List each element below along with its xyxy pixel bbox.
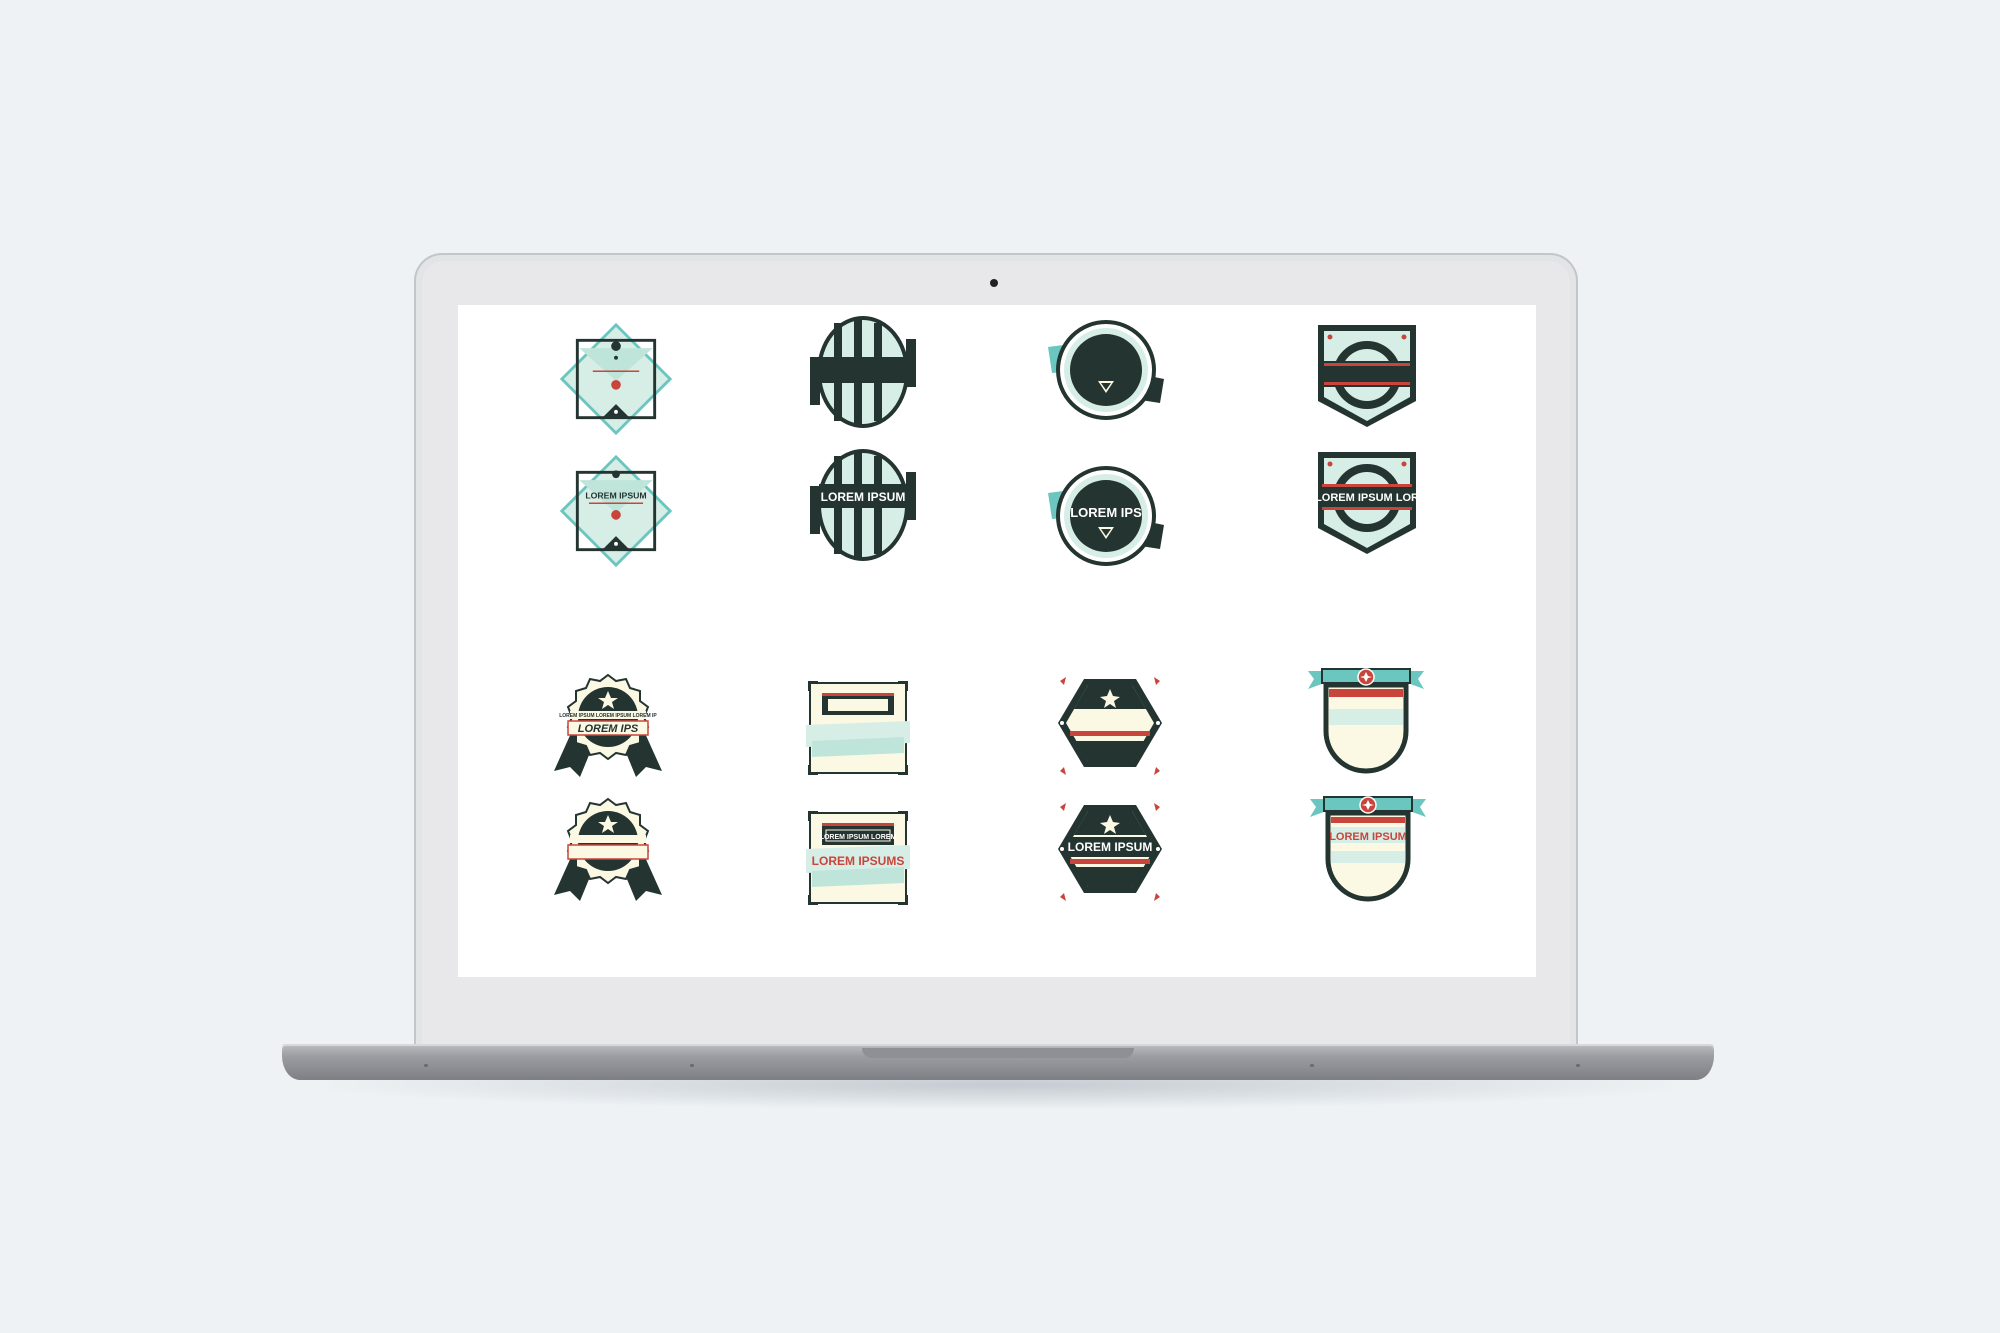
badge-pocket-2: LOREM IPSUM bbox=[1310, 795, 1426, 903]
badge-small-text: LOREM IPSUM LOREM IPSUM LOREM IP bbox=[559, 713, 657, 719]
laptop-foot bbox=[1310, 1064, 1314, 1067]
badge-small-text: LOREM IPSUM LOREM bbox=[820, 834, 897, 841]
badge-hexagon-1 bbox=[1054, 675, 1166, 777]
badge-frame-1 bbox=[806, 679, 910, 777]
badge-round-ribbon-2: LOREM IPS bbox=[1048, 465, 1164, 567]
badge-text: LOREM IPSUM bbox=[585, 490, 646, 500]
badge-round-ribbon-1 bbox=[1048, 319, 1164, 421]
badge-diamond-1 bbox=[558, 321, 674, 437]
badge-hexagon-2: LOREM IPSUM bbox=[1054, 801, 1166, 903]
badge-text: LOREM IPSUM bbox=[1329, 831, 1407, 843]
badge-barrel-2: LOREM IPSUM bbox=[808, 449, 918, 561]
laptop-screen: LOREM IPSUM LOREM IPSUM LOREM IPS LOREM … bbox=[458, 305, 1536, 977]
badge-text: LOREM IPSUM LOR bbox=[1315, 492, 1419, 504]
laptop-foot bbox=[424, 1064, 428, 1067]
laptop-foot bbox=[690, 1064, 694, 1067]
badge-shield-1 bbox=[1316, 323, 1418, 429]
badge-text: LOREM IPSUM bbox=[1068, 840, 1153, 854]
badge-text: LOREM IPSUM bbox=[821, 490, 906, 504]
badge-seal-ribbon-1: LOREM IPSUM LOREM IPSUM LOREM IP LOREM I… bbox=[550, 673, 666, 777]
badge-text: LOREM IPS bbox=[578, 723, 639, 735]
laptop-foot bbox=[1576, 1064, 1580, 1067]
badge-barrel-1 bbox=[808, 316, 918, 428]
badge-text: LOREM IPS bbox=[1070, 505, 1142, 520]
badge-text: LOREM IPSUMS bbox=[812, 854, 905, 868]
webcam-icon bbox=[990, 279, 998, 287]
badge-seal-ribbon-2 bbox=[550, 797, 666, 901]
badge-frame-2: LOREM IPSUM LOREM LOREM IPSUMS bbox=[806, 809, 910, 907]
badge-pocket-1 bbox=[1308, 667, 1424, 775]
laptop-hinge-notch bbox=[862, 1048, 1134, 1058]
badge-shield-2: LOREM IPSUM LOR bbox=[1315, 450, 1419, 556]
badge-diamond-2: LOREM IPSUM bbox=[558, 453, 674, 569]
